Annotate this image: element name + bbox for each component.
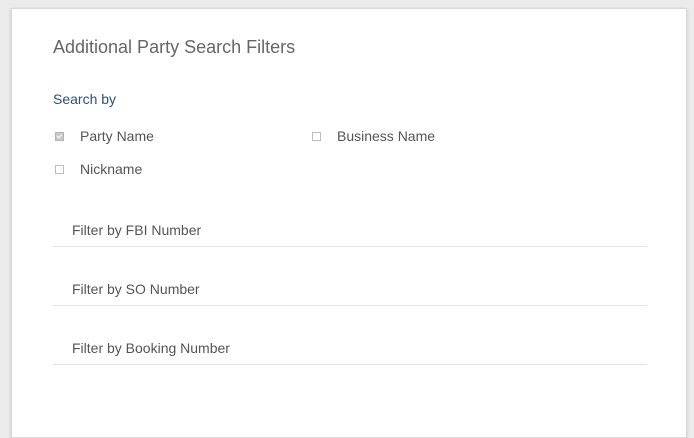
- checkbox-checked-icon: [55, 131, 64, 141]
- checkbox-unchecked-icon: [312, 131, 321, 141]
- checkbox-unchecked-icon: [55, 164, 64, 174]
- nickname-label: Nickname: [80, 161, 143, 177]
- business-name-label: Business Name: [337, 128, 436, 144]
- so-number-input[interactable]: [53, 272, 647, 305]
- party-name-label: Party Name: [80, 128, 154, 144]
- panel-title: Additional Party Search Filters: [53, 37, 296, 57]
- nickname-checkbox[interactable]: Nickname: [55, 161, 142, 177]
- booking-number-field: [53, 331, 647, 365]
- party-name-checkbox[interactable]: Party Name: [55, 128, 154, 144]
- fbi-number-field: [53, 213, 647, 247]
- booking-number-input[interactable]: [53, 331, 647, 364]
- search-by-label: Search by: [53, 91, 117, 107]
- fbi-number-input[interactable]: [53, 213, 647, 246]
- so-number-field: [53, 272, 647, 306]
- search-filters-panel: Additional Party Search Filters Search b…: [11, 8, 687, 438]
- business-name-checkbox[interactable]: Business Name: [312, 128, 435, 144]
